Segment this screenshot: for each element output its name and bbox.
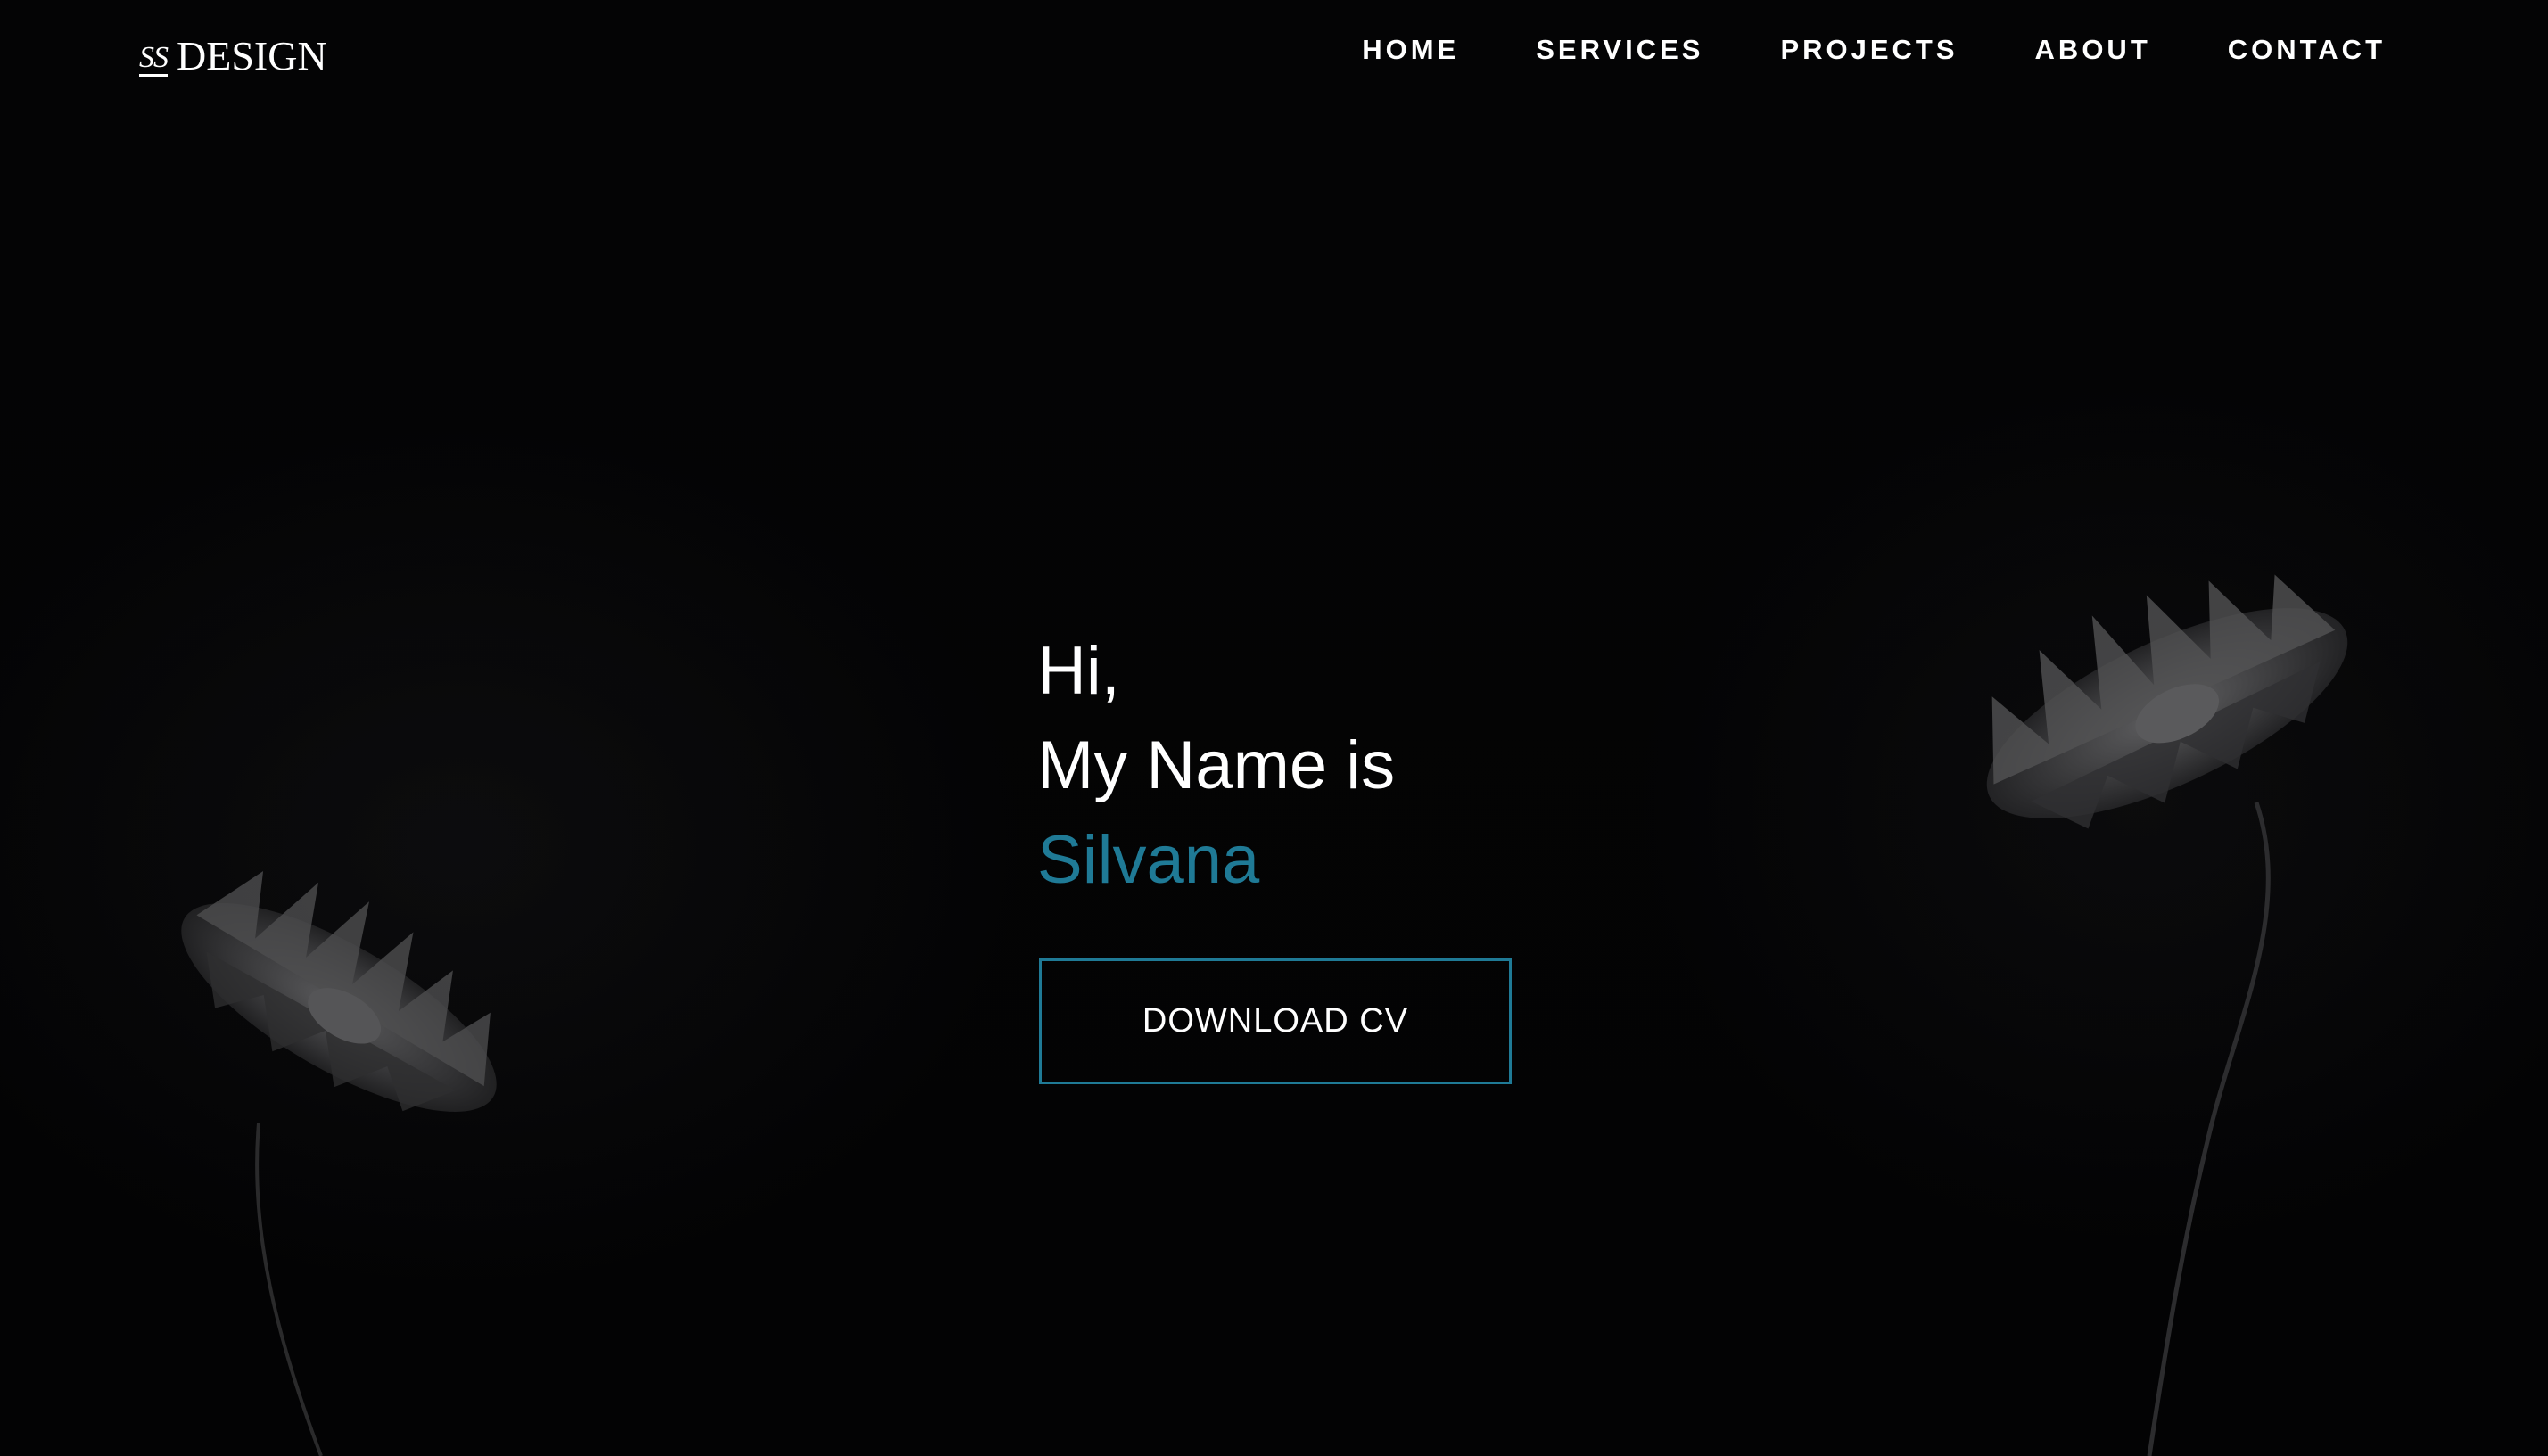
nav-home-link[interactable]: HOME: [1362, 34, 1459, 66]
hero-intro: Hi, My Name is Silvana: [1037, 624, 1395, 908]
download-cv-button[interactable]: DOWNLOAD CV: [1039, 958, 1512, 1084]
site-header: SS DESIGN HOME SERVICES PROJECTS ABOUT C…: [0, 0, 2548, 107]
hero-name: Silvana: [1037, 822, 1260, 898]
flower-left-icon: [181, 871, 497, 1456]
nav-about-link[interactable]: ABOUT: [2035, 34, 2151, 66]
nav-projects-link[interactable]: PROJECTS: [1780, 34, 1958, 66]
nav-services-link[interactable]: SERVICES: [1536, 34, 1703, 66]
main-nav: HOME SERVICES PROJECTS ABOUT CONTACT: [1362, 34, 2386, 66]
hero-greeting: Hi,: [1037, 633, 1120, 709]
flower-right-icon: [1986, 574, 2348, 1456]
hero-intro-text: My Name is: [1037, 728, 1396, 803]
nav-contact-link[interactable]: CONTACT: [2228, 34, 2386, 66]
site-logo[interactable]: SS DESIGN: [139, 32, 327, 77]
logo-text: DESIGN: [177, 33, 327, 78]
logo-mark: SS: [139, 43, 169, 77]
